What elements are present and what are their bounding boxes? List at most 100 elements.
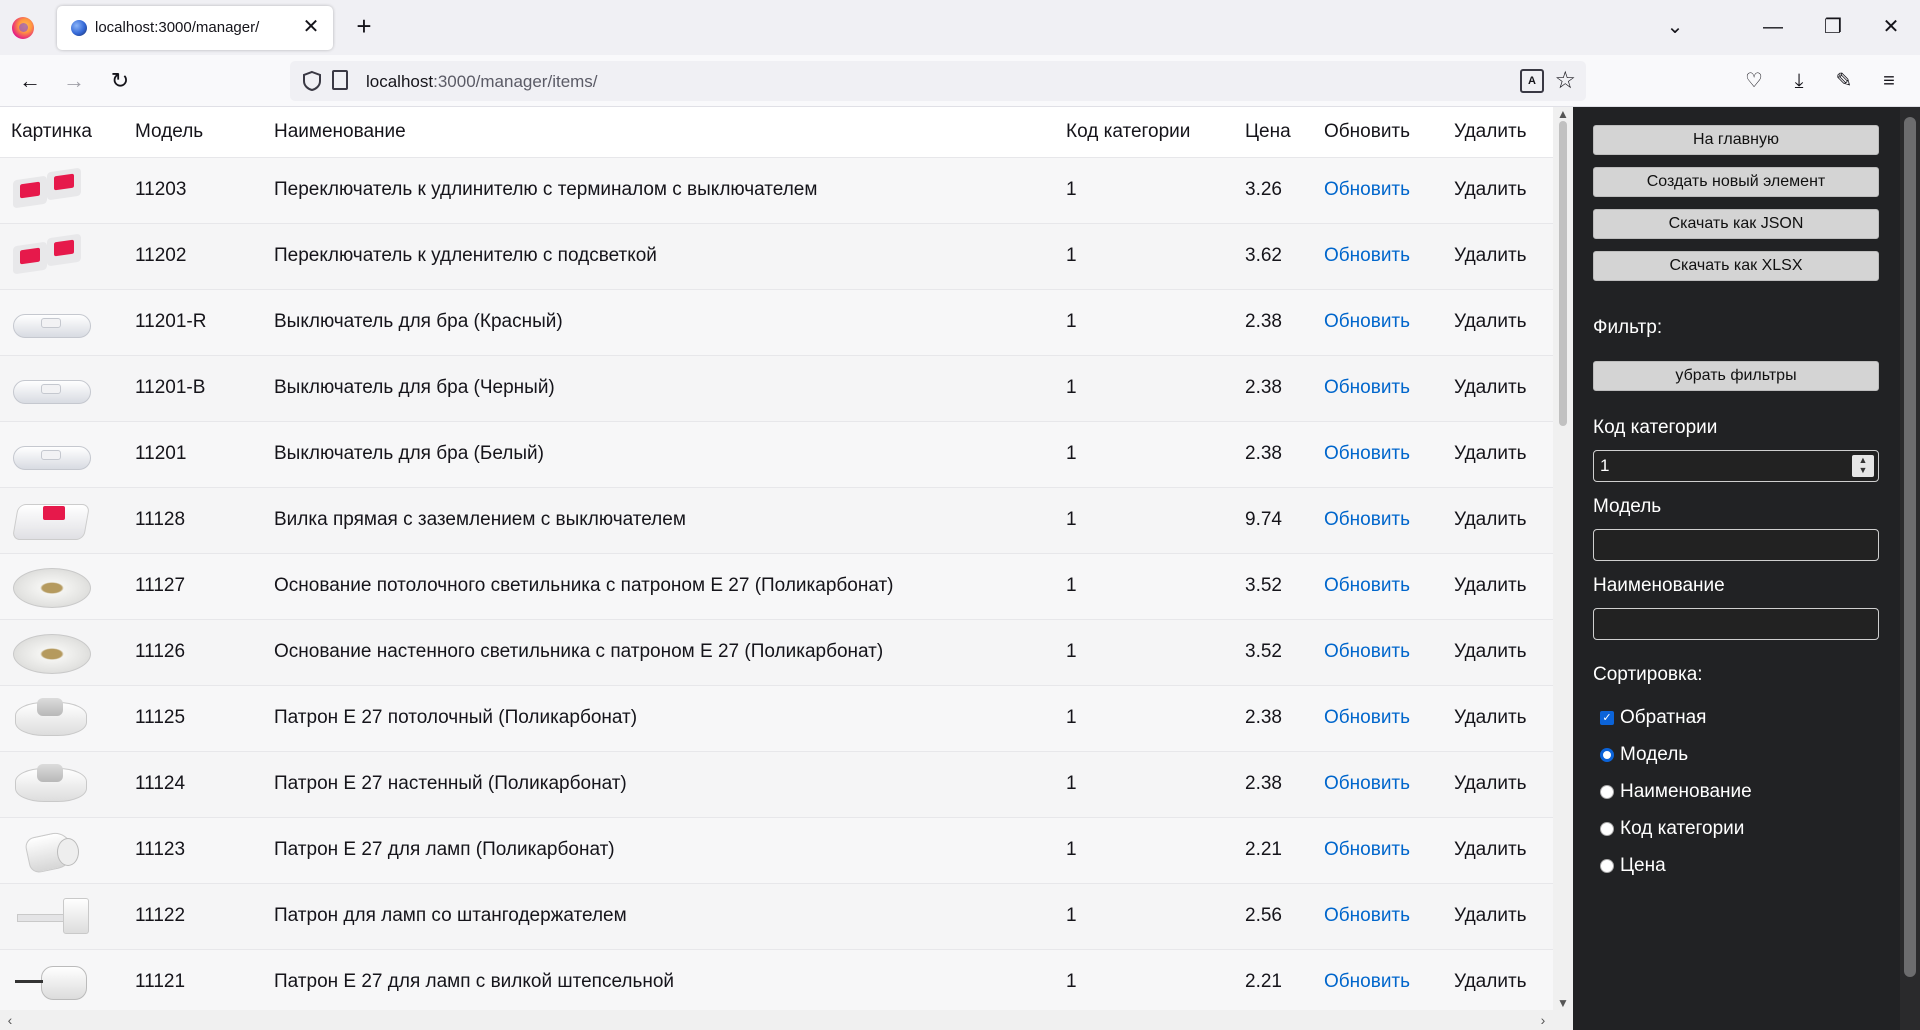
filter-label: Фильтр: — [1593, 317, 1663, 338]
forward-arrow-icon[interactable]: → — [58, 65, 90, 97]
update-link[interactable]: Обновить — [1324, 641, 1410, 662]
create-item-button[interactable]: Создать новый элемент — [1593, 167, 1879, 197]
cell-price: 3.62 — [1234, 222, 1313, 289]
cell-image — [0, 684, 124, 751]
cell-image — [0, 618, 124, 685]
scroll-right-icon[interactable]: › — [1535, 1010, 1551, 1030]
delete-button[interactable]: Удалить — [1454, 641, 1527, 662]
scrollbar-thumb[interactable] — [1559, 121, 1567, 426]
firefox-logo-icon[interactable] — [12, 17, 34, 39]
cell-update: Обновить — [1313, 882, 1443, 949]
cell-category: 1 — [1055, 552, 1234, 619]
extensions-icon[interactable]: ✎ — [1830, 67, 1858, 95]
update-link[interactable]: Обновить — [1324, 245, 1410, 266]
clear-filters-button[interactable]: убрать фильтры — [1593, 361, 1879, 391]
category-input[interactable]: 1 ▲ ▼ — [1593, 450, 1879, 482]
delete-button[interactable]: Удалить — [1454, 443, 1527, 464]
scroll-left-icon[interactable]: ‹ — [2, 1010, 18, 1030]
reverse-sort-option[interactable]: ✓ Обратная — [1593, 706, 1706, 730]
delete-button[interactable]: Удалить — [1454, 377, 1527, 398]
vertical-scrollbar[interactable]: ▲ ▼ — [1553, 107, 1573, 1010]
download-xlsx-button[interactable]: Скачать как XLSX — [1593, 251, 1879, 281]
delete-button[interactable]: Удалить — [1454, 773, 1527, 794]
url-text[interactable]: localhost:3000/manager/items/ — [366, 72, 598, 92]
reverse-checkbox[interactable]: ✓ — [1600, 710, 1614, 725]
name-input[interactable] — [1593, 608, 1879, 640]
sidebar-scrollbar[interactable] — [1900, 107, 1920, 1030]
sort-option-model[interactable]: Модель — [1593, 743, 1688, 767]
delete-button[interactable]: Удалить — [1454, 575, 1527, 596]
update-link[interactable]: Обновить — [1324, 377, 1410, 398]
number-stepper-icon[interactable]: ▲ ▼ — [1852, 455, 1874, 477]
delete-button[interactable]: Удалить — [1454, 245, 1527, 266]
tab-close-icon[interactable]: ✕ — [299, 15, 323, 39]
cell-price: 2.38 — [1234, 684, 1313, 751]
cell-category: 1 — [1055, 288, 1234, 355]
table-row: 11122 Патрон для ламп со штангодержателем… — [0, 882, 1553, 949]
cell-price: 2.38 — [1234, 420, 1313, 487]
update-link[interactable]: Обновить — [1324, 707, 1410, 728]
delete-button[interactable]: Удалить — [1454, 509, 1527, 530]
list-all-tabs-icon[interactable]: ⌄ — [1660, 12, 1690, 42]
page-info-icon[interactable] — [332, 70, 348, 90]
cell-image — [0, 948, 124, 1010]
download-json-button[interactable]: Скачать как JSON — [1593, 209, 1879, 239]
scroll-down-icon[interactable]: ▼ — [1553, 996, 1573, 1010]
product-image — [11, 430, 91, 478]
header-image: Картинка — [0, 107, 124, 157]
name-label: Наименование — [1593, 575, 1725, 596]
delete-button[interactable]: Удалить — [1454, 311, 1527, 332]
header-model: Модель — [124, 107, 263, 157]
sort-radio-name[interactable] — [1600, 784, 1614, 799]
delete-button[interactable]: Удалить — [1454, 707, 1527, 728]
sort-radio-price[interactable] — [1600, 858, 1614, 873]
update-link[interactable]: Обновить — [1324, 971, 1410, 992]
cell-delete: Удалить — [1443, 420, 1553, 487]
model-input[interactable] — [1593, 529, 1879, 561]
update-link[interactable]: Обновить — [1324, 311, 1410, 332]
shield-icon[interactable] — [300, 69, 324, 93]
close-window-icon[interactable]: ✕ — [1876, 12, 1906, 42]
scroll-up-icon[interactable]: ▲ — [1553, 107, 1573, 121]
cell-image — [0, 750, 124, 817]
delete-button[interactable]: Удалить — [1454, 971, 1527, 992]
home-button[interactable]: На главную — [1593, 125, 1879, 155]
delete-button[interactable]: Удалить — [1454, 905, 1527, 926]
cell-name: Патрон для ламп со штангодержателем — [263, 882, 1055, 949]
browser-tab[interactable]: localhost:3000/manager/ ✕ — [57, 6, 333, 50]
update-link[interactable]: Обновить — [1324, 179, 1410, 200]
translate-icon[interactable]: A — [1520, 69, 1544, 93]
minimize-window-icon[interactable]: — — [1758, 12, 1788, 42]
sort-radio-model[interactable] — [1600, 747, 1614, 762]
update-link[interactable]: Обновить — [1324, 443, 1410, 464]
menu-hamburger-icon[interactable]: ≡ — [1875, 67, 1903, 95]
update-link[interactable]: Обновить — [1324, 773, 1410, 794]
cell-model: 11121 — [124, 948, 263, 1010]
horizontal-scrollbar[interactable]: ‹ › — [0, 1010, 1573, 1030]
restore-window-icon[interactable]: ❐ — [1818, 12, 1848, 42]
pocket-icon[interactable]: ♡ — [1740, 67, 1768, 95]
sort-option-category[interactable]: Код категории — [1593, 817, 1744, 841]
update-link[interactable]: Обновить — [1324, 839, 1410, 860]
sort-option-price[interactable]: Цена — [1593, 854, 1666, 878]
cell-delete: Удалить — [1443, 816, 1553, 883]
table-row: 11128 Вилка прямая с заземлением с выключ… — [0, 486, 1553, 553]
update-link[interactable]: Обновить — [1324, 575, 1410, 596]
sidebar-scrollbar-thumb[interactable] — [1904, 117, 1916, 977]
delete-button[interactable]: Удалить — [1454, 839, 1527, 860]
update-link[interactable]: Обновить — [1324, 509, 1410, 530]
update-link[interactable]: Обновить — [1324, 905, 1410, 926]
sort-option-name[interactable]: Наименование — [1593, 780, 1752, 804]
reload-icon[interactable]: ↻ — [104, 65, 136, 97]
bookmark-star-icon[interactable]: ☆ — [1554, 67, 1576, 95]
cell-delete: Удалить — [1443, 486, 1553, 553]
new-tab-button[interactable]: + — [349, 12, 379, 42]
sort-radio-category[interactable] — [1600, 821, 1614, 836]
delete-button[interactable]: Удалить — [1454, 179, 1527, 200]
cell-update: Обновить — [1313, 948, 1443, 1010]
downloads-icon[interactable]: ⤓ — [1785, 67, 1813, 95]
cell-category: 1 — [1055, 948, 1234, 1010]
sort-option-label: Наименование — [1620, 781, 1752, 802]
url-bar[interactable]: localhost:3000/manager/items/ A ☆ — [290, 61, 1586, 101]
back-arrow-icon[interactable]: ← — [14, 65, 46, 97]
